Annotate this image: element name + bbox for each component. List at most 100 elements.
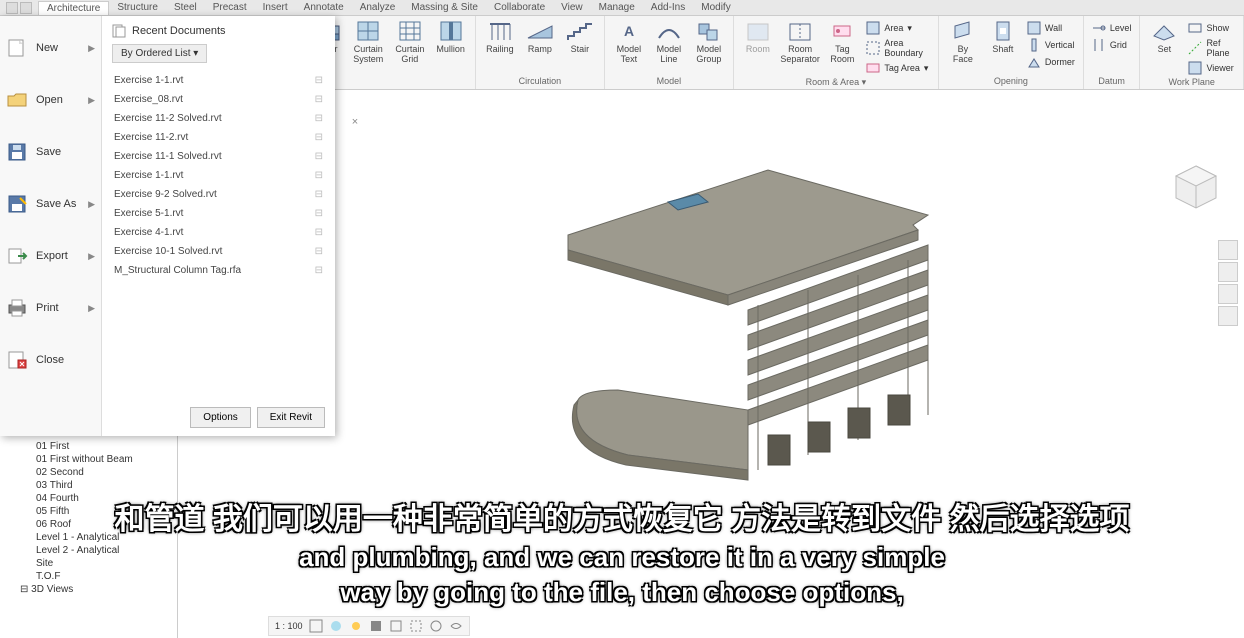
tab-collaborate[interactable]: Collaborate xyxy=(486,1,553,14)
viewport-3d[interactable]: × xyxy=(178,90,1244,638)
tab-annotate[interactable]: Annotate xyxy=(296,1,352,14)
recent-doc[interactable]: Exercise 4-1.rvt⊟ xyxy=(112,223,325,242)
sun-path-icon[interactable] xyxy=(349,619,363,633)
area-button[interactable]: Area ▾ xyxy=(864,20,932,36)
mullion-button[interactable]: Mullion xyxy=(432,18,469,56)
wall-opening-button[interactable]: Wall xyxy=(1025,20,1077,36)
detail-level-icon[interactable] xyxy=(309,619,323,633)
file-new[interactable]: New▶ xyxy=(0,22,101,74)
pin-icon[interactable]: ⊟ xyxy=(315,75,323,86)
ordered-list-dropdown[interactable]: By Ordered List ▾ xyxy=(112,44,207,63)
close-view-tab[interactable]: × xyxy=(348,116,362,130)
model-line-button[interactable]: Model Line xyxy=(651,18,687,66)
browser-node[interactable]: Level 2 - Analytical xyxy=(0,544,177,557)
recent-doc[interactable]: M_Structural Column Tag.rfa⊟ xyxy=(112,261,325,280)
pin-icon[interactable]: ⊟ xyxy=(315,151,323,162)
options-button[interactable]: Options xyxy=(190,407,250,428)
browser-node[interactable]: 05 Fifth xyxy=(0,505,177,518)
browser-node[interactable]: T.O.F xyxy=(0,570,177,583)
tab-architecture[interactable]: Architecture xyxy=(38,1,109,15)
scale-value[interactable]: 1 : 100 xyxy=(275,621,303,631)
tab-addins[interactable]: Add-Ins xyxy=(643,1,693,14)
shadows-icon[interactable] xyxy=(369,619,383,633)
file-open[interactable]: Open▶ xyxy=(0,74,101,126)
nav-pan-icon[interactable] xyxy=(1218,262,1238,282)
hide-isolate-icon[interactable] xyxy=(429,619,443,633)
browser-node[interactable]: 01 First xyxy=(0,440,177,453)
tag-area-button[interactable]: Tag Area ▾ xyxy=(864,60,932,76)
room-separator-button[interactable]: Room Separator xyxy=(780,18,821,66)
crop-region-icon[interactable] xyxy=(409,619,423,633)
recent-doc[interactable]: Exercise 10-1 Solved.rvt⊟ xyxy=(112,242,325,261)
recent-doc[interactable]: Exercise 9-2 Solved.rvt⊟ xyxy=(112,185,325,204)
pin-icon[interactable]: ⊟ xyxy=(315,170,323,181)
nav-orbit-icon[interactable] xyxy=(1218,306,1238,326)
nav-wheel-icon[interactable] xyxy=(1218,240,1238,260)
nav-zoom-icon[interactable] xyxy=(1218,284,1238,304)
recent-doc[interactable]: Exercise 11-2.rvt⊟ xyxy=(112,128,325,147)
reveal-hidden-icon[interactable] xyxy=(449,619,463,633)
visual-style-icon[interactable] xyxy=(329,619,343,633)
shaft-button[interactable]: Shaft xyxy=(985,18,1021,56)
curtain-system-button[interactable]: Curtain System xyxy=(349,18,387,66)
pin-icon[interactable]: ⊟ xyxy=(315,265,323,276)
show-button[interactable]: Show xyxy=(1186,20,1237,36)
model-group-button[interactable]: Model Group xyxy=(691,18,727,66)
browser-node-3dviews[interactable]: ⊟ 3D Views xyxy=(0,583,177,596)
stair-button[interactable]: Stair xyxy=(562,18,598,56)
browser-node[interactable]: 06 Roof xyxy=(0,518,177,531)
file-print[interactable]: Print▶ xyxy=(0,282,101,334)
browser-node[interactable]: 01 First without Beam xyxy=(0,453,177,466)
recent-doc[interactable]: Exercise_08.rvt⊟ xyxy=(112,90,325,109)
tab-steel[interactable]: Steel xyxy=(166,1,205,14)
recent-doc[interactable]: Exercise 1-1.rvt⊟ xyxy=(112,166,325,185)
file-close[interactable]: Close xyxy=(0,334,101,386)
level-button[interactable]: Level xyxy=(1090,20,1134,36)
grid-button[interactable]: Grid xyxy=(1090,37,1134,53)
recent-doc[interactable]: Exercise 11-2 Solved.rvt⊟ xyxy=(112,109,325,128)
file-save-as[interactable]: Save As▶ xyxy=(0,178,101,230)
browser-node[interactable]: 04 Fourth xyxy=(0,492,177,505)
recent-doc[interactable]: Exercise 5-1.rvt⊟ xyxy=(112,204,325,223)
recent-doc[interactable]: Exercise 1-1.rvt⊟ xyxy=(112,71,325,90)
tab-modify[interactable]: Modify xyxy=(693,1,738,14)
ramp-button[interactable]: Ramp xyxy=(522,18,558,56)
tab-analyze[interactable]: Analyze xyxy=(352,1,404,14)
crop-icon[interactable] xyxy=(389,619,403,633)
tab-precast[interactable]: Precast xyxy=(205,1,255,14)
by-face-button[interactable]: By Face xyxy=(945,18,981,66)
pin-icon[interactable]: ⊟ xyxy=(315,246,323,257)
pin-icon[interactable]: ⊟ xyxy=(315,132,323,143)
pin-icon[interactable]: ⊟ xyxy=(315,113,323,124)
quick-access-icons[interactable] xyxy=(2,1,38,15)
tab-structure[interactable]: Structure xyxy=(109,1,166,14)
file-export[interactable]: Export▶ xyxy=(0,230,101,282)
pin-icon[interactable]: ⊟ xyxy=(315,94,323,105)
tab-manage[interactable]: Manage xyxy=(591,1,643,14)
tag-room-button[interactable]: Tag Room xyxy=(824,18,860,66)
tab-insert[interactable]: Insert xyxy=(255,1,296,14)
tab-massing-site[interactable]: Massing & Site xyxy=(403,1,486,14)
browser-node[interactable]: 03 Third xyxy=(0,479,177,492)
viewcube[interactable] xyxy=(1168,160,1224,216)
room-button[interactable]: Room xyxy=(740,18,776,56)
browser-node[interactable]: Site xyxy=(0,557,177,570)
area-boundary-button[interactable]: Area Boundary xyxy=(864,37,932,59)
model-text-button[interactable]: A Model Text xyxy=(611,18,647,66)
pin-icon[interactable]: ⊟ xyxy=(315,208,323,219)
browser-node[interactable]: Level 1 - Analytical xyxy=(0,531,177,544)
railing-button[interactable]: Railing xyxy=(482,18,518,56)
pin-icon[interactable]: ⊟ xyxy=(315,227,323,238)
dormer-opening-button[interactable]: Dormer xyxy=(1025,54,1077,70)
ref-plane-button[interactable]: Ref Plane xyxy=(1186,37,1237,59)
browser-node[interactable]: 02 Second xyxy=(0,466,177,479)
tab-view[interactable]: View xyxy=(553,1,591,14)
exit-revit-button[interactable]: Exit Revit xyxy=(257,407,325,428)
file-save[interactable]: Save xyxy=(0,126,101,178)
curtain-grid-button[interactable]: Curtain Grid xyxy=(391,18,428,66)
view-control-bar[interactable]: 1 : 100 xyxy=(268,616,470,636)
recent-doc[interactable]: Exercise 11-1 Solved.rvt⊟ xyxy=(112,147,325,166)
set-button[interactable]: Set xyxy=(1146,18,1182,56)
pin-icon[interactable]: ⊟ xyxy=(315,189,323,200)
viewer-button[interactable]: Viewer xyxy=(1186,60,1237,76)
